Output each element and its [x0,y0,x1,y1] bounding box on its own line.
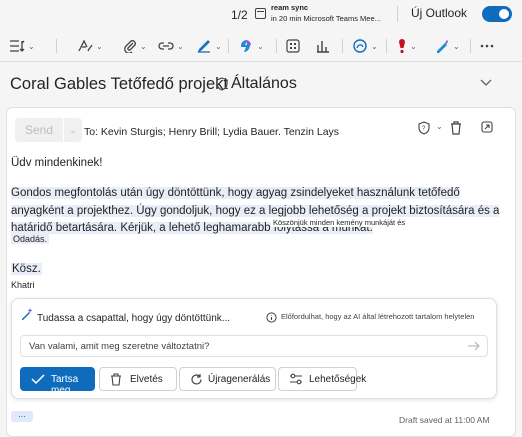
chart-icon [317,41,329,53]
keep-label: Tartsa meg [51,374,79,396]
loop-icon [353,39,367,53]
compose-card: Send ⌄ To: Kevin Sturgis; Henry Brill; L… [6,107,516,437]
chevron-down-icon: ⌄ [453,41,460,51]
divider [386,39,387,53]
divider [397,6,398,22]
send-options-button[interactable]: ⌄ [64,118,82,142]
copilot-icon [241,40,251,52]
chevron-down-icon: ⌄ [140,41,147,51]
chevron-down-icon: ⌄ [28,41,35,51]
calendar-icon [255,8,266,19]
chevron-down-icon: ⌄ [96,41,103,51]
recipients-line[interactable]: To: Kevin Sturgis; Henry Brill; Lydia Ba… [84,126,339,138]
svg-text:?: ? [422,126,426,132]
chart-button[interactable] [316,38,330,54]
pop-out-icon[interactable] [481,121,493,133]
subject-title[interactable]: Coral Gables Tetőfedő projekt [10,75,228,94]
copilot-button[interactable]: ⌄ [238,38,264,54]
loop-button[interactable]: ⌄ [352,38,378,54]
subject-bar: Coral Gables Tetőfedő projekt Általános [0,62,522,106]
suggestion-continuation: Odadás. [11,234,50,244]
paragraph-text: Gondos megfontolás után úgy döntöttünk, … [11,187,500,234]
refresh-icon [191,374,202,385]
discard-button[interactable]: Elvetés [99,367,177,391]
greeting-line[interactable]: Üdv mindenkinek! [11,155,102,173]
options-label: Lehetőségek [309,374,367,385]
importance-button[interactable]: ⌄ [397,38,417,54]
reminder-detail: in 20 min Microsoft Teams Mee... [271,14,381,23]
apps-button[interactable] [286,38,300,54]
chevron-down-icon: ⌄ [257,41,264,51]
regenerate-label: Újragenerálás [208,374,271,385]
signature-name[interactable]: Khatri [11,280,35,290]
format-button[interactable]: ⌄ [9,38,35,54]
signature-button[interactable]: ⌄ [196,38,222,54]
chevron-down-icon[interactable]: ⌄ [436,122,443,131]
importance-icon [399,39,405,54]
more-options-button[interactable] [480,38,494,54]
suggestion-tip: Köszönjük minden kemény munkáját és [271,218,408,227]
ai-disclaimer: Előfordulhat, hogy az AI által létrehozo… [281,312,475,321]
copilot-panel: Tudassa a csapattal, hogy úgy döntöttünk… [11,298,497,399]
regenerate-button[interactable]: Újragenerálás [179,367,276,391]
chevron-down-icon: ⌄ [410,41,417,51]
send-button[interactable]: Send [15,118,63,142]
delete-icon[interactable] [450,121,462,135]
paint-icon [78,39,93,52]
chevron-down-icon[interactable] [480,79,492,87]
sensitivity-icon [437,40,448,53]
checkmark-icon [31,374,45,385]
closing-line[interactable]: Kösz. [11,263,42,275]
top-bar: 1/2 ream sync in 20 min Microsoft Teams … [0,0,522,30]
sign-icon [197,40,210,53]
paint-button[interactable]: ⌄ [77,38,103,54]
more-icon [480,44,494,48]
copilot-input[interactable]: Van valami, amit meg szeretne változtatn… [20,335,488,357]
chevron-down-icon: ⌄ [177,41,184,51]
chevron-down-icon: ⌄ [371,41,378,51]
show-more-button[interactable]: ... [11,410,33,422]
options-button[interactable]: Lehetőségek [278,367,366,391]
divider [228,39,229,53]
link-button[interactable]: ⌄ [158,38,184,54]
link-icon [158,42,174,50]
copilot-input-placeholder: Van valami, amit meg szeretne változtatn… [29,341,210,352]
copilot-prompt[interactable]: Tudassa a csapattal, hogy úgy döntöttünk… [37,313,230,324]
shield-icon [216,77,228,91]
send-arrow-icon[interactable] [467,340,481,352]
new-outlook-toggle[interactable] [482,6,512,22]
discard-label: Elvetés [130,374,163,385]
divider [56,39,57,53]
chevron-down-icon: ⌄ [215,41,222,51]
delete-icon [111,373,121,386]
info-icon [266,312,277,323]
message-paragraph[interactable]: Gondos megfontolás után úgy döntöttünk, … [11,185,506,238]
sliders-icon [290,373,302,385]
format-icon [10,40,25,52]
divider [342,39,343,53]
sensitivity-button[interactable]: ⌄ [434,38,460,54]
apps-icon [286,39,300,53]
reminder-title: ream sync [271,3,309,12]
divider [276,39,277,53]
new-outlook-label: Új Outlook [411,6,468,20]
channel-name[interactable]: Általános [231,75,297,93]
attach-icon [124,40,136,53]
reminder-pager[interactable]: 1/2 [231,8,248,22]
draft-status: Draft saved at 11:00 AM [399,415,490,425]
divider [470,39,471,53]
copilot-draft-icon [22,308,33,320]
ribbon-toolbar: ⌄ ⌄ ⌄ ⌄ ⌄ ⌄ ⌄ ⌄ ⌄ [0,30,522,62]
sensitivity-label-icon[interactable]: ? [417,121,431,135]
attach-button[interactable]: ⌄ [123,38,147,54]
meeting-reminder[interactable]: ream sync in 20 min Microsoft Teams Mee.… [271,2,381,24]
keep-button[interactable]: Tartsa meg [20,367,95,396]
